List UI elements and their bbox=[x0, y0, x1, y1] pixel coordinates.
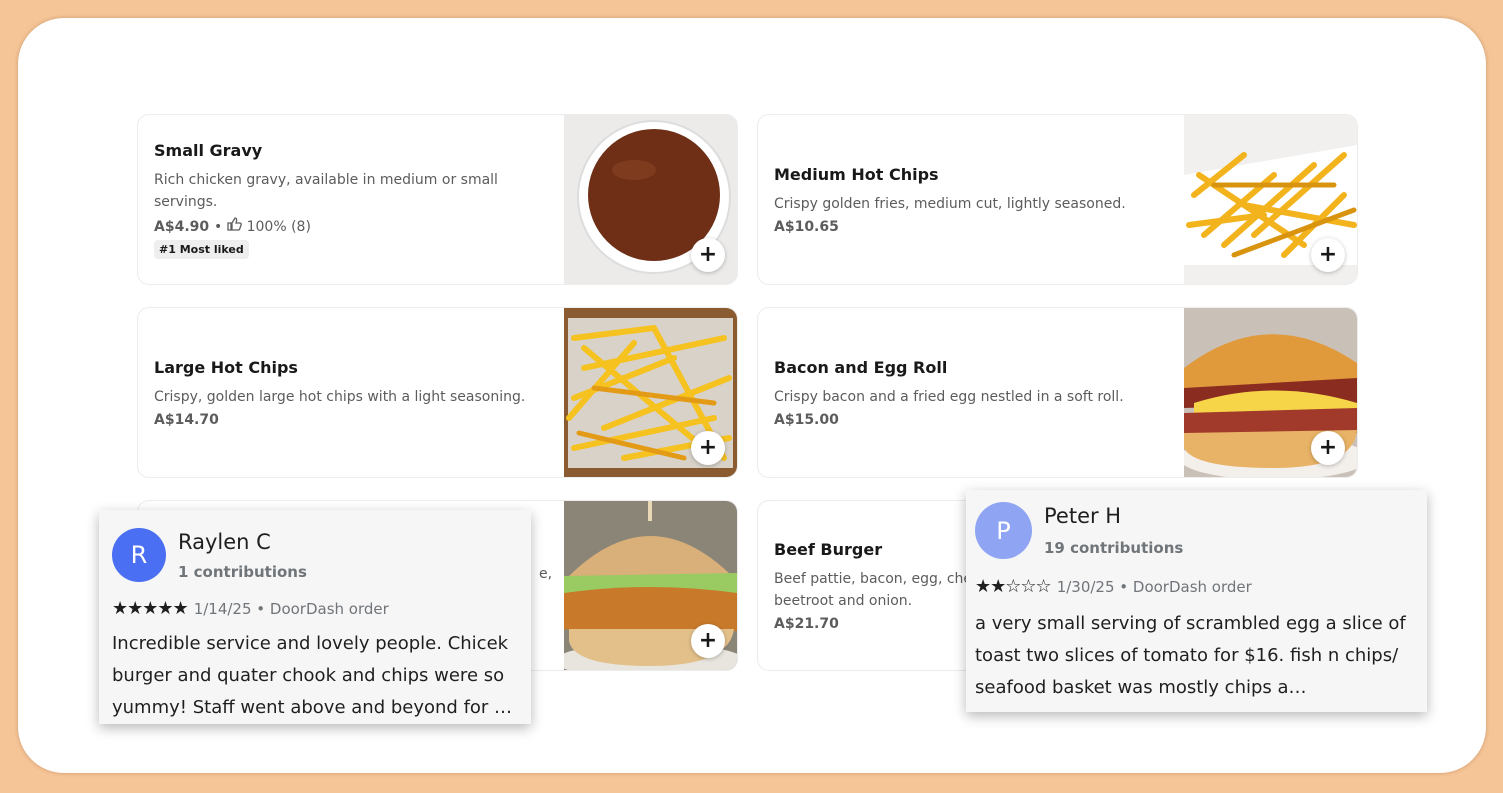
menu-item-price: A$14.70 bbox=[154, 411, 219, 428]
menu-item-card[interactable]: Small Gravy Rich chicken gravy, availabl… bbox=[137, 114, 738, 285]
avatar: P bbox=[975, 502, 1032, 559]
menu-item-price: A$15.00 bbox=[774, 411, 839, 428]
review-text: Incredible service and lovely people. Ch… bbox=[112, 633, 513, 718]
menu-item-price: A$4.90 bbox=[154, 218, 210, 235]
thumbs-up-icon bbox=[227, 216, 247, 235]
menu-item-price: A$10.65 bbox=[774, 218, 839, 235]
menu-item-description-fragment: e, bbox=[539, 566, 553, 582]
add-to-cart-button[interactable]: + bbox=[1311, 238, 1345, 272]
add-to-cart-button[interactable]: + bbox=[691, 431, 725, 465]
review-date: 1/14/25 • DoorDash order bbox=[193, 599, 389, 618]
review-card: R Raylen C 1 contributions ★★★★★ 1/14/25… bbox=[99, 510, 531, 724]
avatar: R bbox=[112, 528, 166, 582]
menu-item-description: Rich chicken gravy, available in medium … bbox=[154, 171, 498, 210]
menu-item-rating: 100% (8) bbox=[246, 218, 311, 235]
menu-item-info: Large Hot Chips Crispy, golden large hot… bbox=[154, 308, 549, 477]
menu-item-card[interactable]: Bacon and Egg Roll Crispy bacon and a fr… bbox=[757, 307, 1358, 478]
add-to-cart-button[interactable]: + bbox=[1311, 431, 1345, 465]
star-rating-icon: ★★☆☆☆ bbox=[975, 576, 1052, 597]
add-to-cart-button[interactable]: + bbox=[691, 624, 725, 658]
menu-item-name: Bacon and Egg Roll bbox=[774, 357, 948, 377]
most-liked-badge: #1 Most liked bbox=[154, 239, 249, 259]
menu-item-card[interactable]: Medium Hot Chips Crispy golden fries, me… bbox=[757, 114, 1358, 285]
add-to-cart-button[interactable]: + bbox=[691, 238, 725, 272]
reviewer-name: Peter H bbox=[1044, 504, 1122, 528]
reviewer-name: Raylen C bbox=[178, 530, 271, 554]
menu-item-info: Medium Hot Chips Crispy golden fries, me… bbox=[774, 115, 1169, 284]
menu-item-description: Crispy, golden large hot chips with a li… bbox=[154, 388, 526, 405]
menu-item-info: Bacon and Egg Roll Crispy bacon and a fr… bbox=[774, 308, 1169, 477]
menu-item-name: Medium Hot Chips bbox=[774, 164, 939, 184]
review-meta: ★★☆☆☆ 1/30/25 • DoorDash order bbox=[975, 576, 1252, 597]
menu-item-meta: A$4.90 • 100% (8) bbox=[154, 216, 311, 235]
reviewer-contributions: 19 contributions bbox=[1044, 539, 1184, 557]
menu-item-name: Small Gravy bbox=[154, 140, 263, 160]
star-rating-icon: ★★★★★ bbox=[112, 598, 189, 619]
menu-item-info: Small Gravy Rich chicken gravy, availabl… bbox=[154, 115, 549, 284]
menu-item-name: Large Hot Chips bbox=[154, 357, 298, 377]
reviewer-contributions: 1 contributions bbox=[178, 563, 307, 581]
menu-item-description: Crispy bacon and a fried egg nestled in … bbox=[774, 388, 1124, 405]
review-text: a very small serving of scrambled egg a … bbox=[975, 613, 1406, 698]
review-card: P Peter H 19 contributions ★★☆☆☆ 1/30/25… bbox=[966, 490, 1427, 712]
review-date: 1/30/25 • DoorDash order bbox=[1056, 577, 1252, 596]
menu-item-card[interactable]: Large Hot Chips Crispy, golden large hot… bbox=[137, 307, 738, 478]
menu-item-description: Crispy golden fries, medium cut, lightly… bbox=[774, 195, 1126, 212]
review-meta: ★★★★★ 1/14/25 • DoorDash order bbox=[112, 598, 389, 619]
menu-screenshot-frame: Small Gravy Rich chicken gravy, availabl… bbox=[18, 18, 1486, 773]
